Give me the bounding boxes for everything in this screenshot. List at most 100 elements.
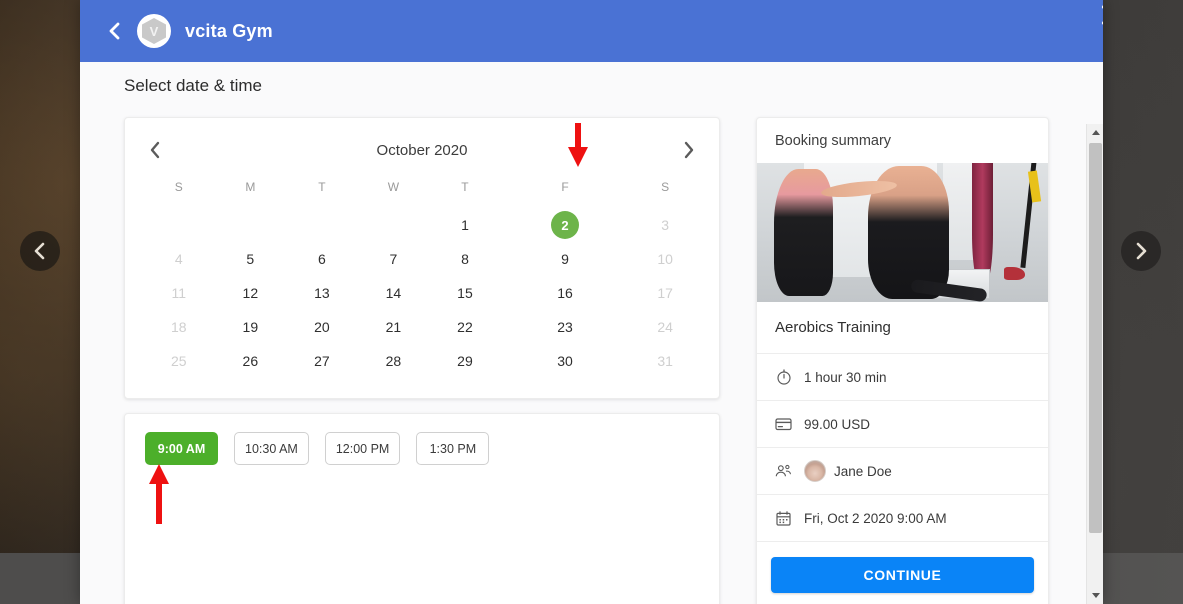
- calendar-day-6[interactable]: 6: [286, 242, 358, 276]
- chevron-left-icon: [34, 242, 45, 260]
- carousel-prev-button[interactable]: [20, 231, 60, 271]
- calendar-day-8[interactable]: 8: [429, 242, 501, 276]
- triangle-down-icon: [1091, 593, 1100, 598]
- time-slot-arrow-annotation: [149, 464, 169, 524]
- calendar-day-10: 10: [657, 251, 673, 267]
- triangle-up-icon: [1091, 130, 1100, 135]
- modal-header: V vcita Gym: [80, 0, 1103, 62]
- calendar-day-22[interactable]: 22: [429, 310, 501, 344]
- calendar-week-row: 4 5 6 7 8 9 10: [143, 242, 701, 276]
- calendar-day-1[interactable]: 1: [429, 208, 501, 242]
- carousel-next-button[interactable]: [1121, 231, 1161, 271]
- booking-detail-text: Jane Doe: [834, 463, 892, 479]
- continue-button[interactable]: CONTINUE: [771, 557, 1034, 593]
- calendar-week-row: 11 12 13 14 15 16 17: [143, 276, 701, 310]
- calendar-day-5[interactable]: 5: [215, 242, 287, 276]
- time-slot-900am[interactable]: 9:00 AM: [145, 432, 218, 465]
- calendar-week-row: 25 26 27 28 29 30 31: [143, 344, 701, 378]
- photo-person-left: [774, 168, 833, 297]
- calendar-day-13[interactable]: 13: [286, 276, 358, 310]
- calendar-day-3: 3: [661, 217, 670, 233]
- calendar-day-9[interactable]: 9: [501, 242, 630, 276]
- calendar-day-25: 25: [170, 353, 187, 369]
- content-row: October 2020 SMTWTFS 1 2 3 4 5 6 7 8 9 10 11 12 13 14…: [80, 96, 1103, 604]
- time-slot-1030am[interactable]: 10:30 AM: [234, 432, 309, 465]
- credit-card-icon: [775, 416, 792, 433]
- close-button[interactable]: [1099, 2, 1103, 28]
- time-slot-130pm[interactable]: 1:30 PM: [416, 432, 490, 465]
- scroll-up-button[interactable]: [1087, 124, 1103, 141]
- calendar-weekday-5: F: [561, 180, 569, 194]
- calendar-day-arrow-annotation: [568, 123, 588, 167]
- calendar-next-month-button[interactable]: [676, 137, 701, 163]
- calendar-week-row: 1 2 3: [143, 208, 701, 242]
- calendar-day-16[interactable]: 16: [501, 276, 630, 310]
- calendar-prev-month-button[interactable]: [143, 137, 168, 163]
- chevron-right-icon: [684, 141, 694, 159]
- booking-detail-row: Jane Doe: [757, 448, 1048, 495]
- service-photo: [757, 163, 1048, 302]
- calendar-day-24: 24: [657, 319, 673, 335]
- calendar-day-empty: [215, 208, 287, 242]
- calendar-day-21[interactable]: 21: [358, 310, 430, 344]
- calendar-day-4: 4: [174, 251, 183, 267]
- calendar-day-11: 11: [171, 285, 187, 301]
- calendar-week-row: 18 19 20 21 22 23 24: [143, 310, 701, 344]
- calendar-day-rows: 1 2 3 4 5 6 7 8 9 10 11 12 13 14 15 16 17 18 19 20 21 22 23 24 2…: [143, 208, 701, 378]
- chevron-left-icon: [109, 22, 120, 40]
- calendar-day-20[interactable]: 20: [286, 310, 358, 344]
- calendar-header: October 2020: [143, 128, 701, 172]
- calendar-weekday-1: M: [245, 180, 256, 194]
- selected-day-circle: 2: [551, 211, 580, 239]
- calendar-weekday-6: S: [661, 180, 670, 194]
- calendar-icon: [775, 510, 792, 527]
- calendar-day-31: 31: [657, 353, 673, 369]
- booking-detail-text: 1 hour 30 min: [804, 369, 887, 385]
- brand-logo: V: [137, 14, 171, 48]
- calendar-day-12[interactable]: 12: [215, 276, 287, 310]
- back-button[interactable]: [107, 21, 123, 41]
- calendar-day-26[interactable]: 26: [215, 344, 287, 378]
- calendar-day-14[interactable]: 14: [358, 276, 430, 310]
- booking-summary-title: Booking summary: [775, 133, 892, 149]
- calendar-day-23[interactable]: 23: [501, 310, 630, 344]
- calendar-weekday-3: W: [387, 180, 400, 194]
- booking-detail-row: 99.00 USD: [757, 401, 1048, 448]
- booking-detail-rows: 1 hour 30 min 99.00 USD Jane Doe Fri, Oct 2…: [757, 354, 1048, 542]
- right-column: Booking summary Aerobics Training 1 hour…: [756, 117, 1049, 604]
- time-slot-1200pm[interactable]: 12:00 PM: [324, 432, 401, 465]
- calendar-day-27[interactable]: 27: [286, 344, 358, 378]
- calendar-day-2-selected[interactable]: 2: [501, 208, 630, 242]
- people-icon: [775, 463, 792, 480]
- photo-curtain: [972, 163, 993, 286]
- calendar-day-17: 17: [657, 285, 673, 301]
- booking-detail-row: Fri, Oct 2 2020 9:00 AM: [757, 495, 1048, 542]
- calendar-day-empty: [143, 208, 215, 242]
- vertical-scrollbar[interactable]: [1086, 124, 1103, 604]
- calendar-day-15[interactable]: 15: [429, 276, 501, 310]
- brand-title: vcita Gym: [185, 20, 273, 41]
- scroll-down-button[interactable]: [1087, 587, 1103, 604]
- clock-icon: [775, 369, 792, 386]
- booking-summary-card: Booking summary Aerobics Training 1 hour…: [756, 117, 1049, 604]
- client-avatar: [804, 460, 826, 482]
- booking-detail-row: 1 hour 30 min: [757, 354, 1048, 401]
- continue-button-wrap: CONTINUE: [757, 542, 1048, 604]
- calendar-day-19[interactable]: 19: [215, 310, 287, 344]
- calendar-weekday-0: S: [174, 180, 183, 194]
- calendar-day-18: 18: [170, 319, 187, 335]
- calendar-day-30[interactable]: 30: [501, 344, 630, 378]
- photo-shoe: [1004, 267, 1025, 280]
- scrollbar-thumb[interactable]: [1089, 143, 1102, 533]
- calendar-weekday-2: T: [318, 180, 326, 194]
- modal-body: Select date & time October 2020 S M T W …: [80, 62, 1103, 604]
- chevron-left-icon: [150, 141, 160, 159]
- calendar-day-29[interactable]: 29: [429, 344, 501, 378]
- calendar-day-28[interactable]: 28: [358, 344, 430, 378]
- close-icon: [1102, 5, 1103, 25]
- time-slot-list: 9:00 AM 10:30 AM 12:00 PM 1:30 PM: [145, 432, 699, 465]
- chevron-right-icon: [1136, 242, 1147, 260]
- page-title: Select date & time: [124, 76, 262, 95]
- calendar-day-7[interactable]: 7: [358, 242, 430, 276]
- time-slots-card: 9:00 AM 10:30 AM 12:00 PM 1:30 PM: [124, 413, 720, 604]
